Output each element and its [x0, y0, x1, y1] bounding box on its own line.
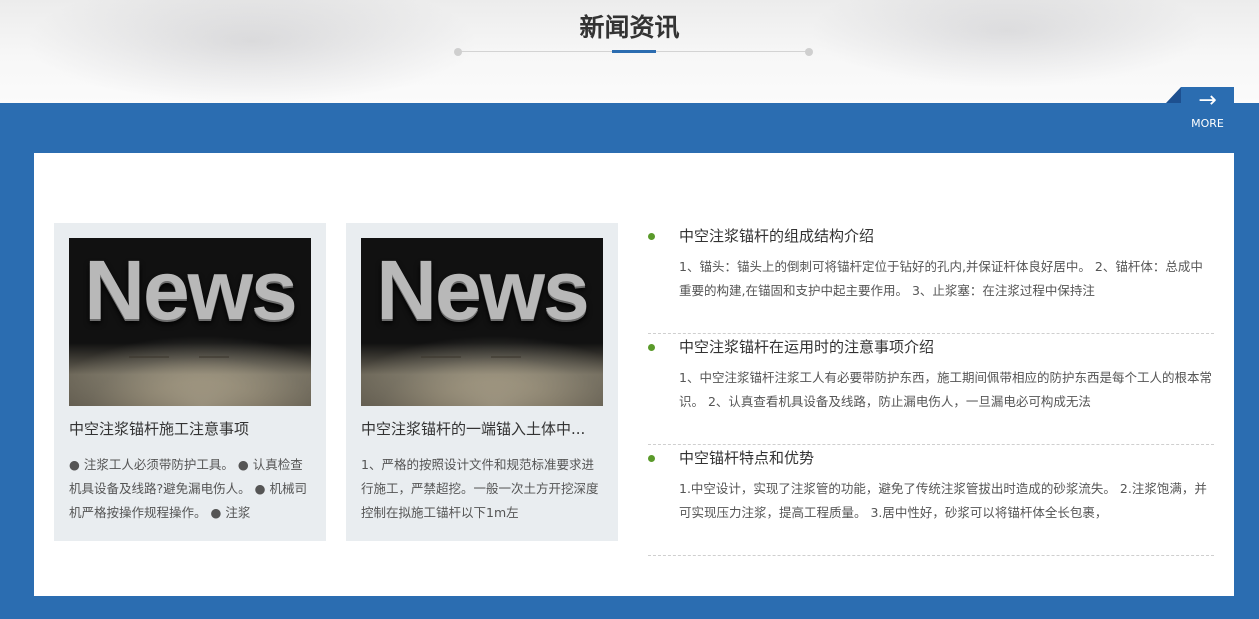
list-item-title[interactable]: 中空锚杆特点和优势 — [679, 448, 814, 468]
news-card[interactable]: News 中空注浆锚杆的一端锚入土体中... 1、严格的按照设计文件和规范标准要… — [346, 223, 618, 541]
newspaper-line — [129, 356, 169, 358]
news-image-word: News — [84, 243, 297, 337]
bullet-dot-icon — [648, 455, 655, 462]
list-item-description: 1、锚头：锚头上的倒刺可将锚杆定位于钻好的孔内,并保证杆体良好居中。 2、锚杆体… — [679, 259, 1203, 298]
list-item-title[interactable]: 中空注浆锚杆在运用时的注意事项介绍 — [679, 337, 934, 357]
newspaper-line — [199, 356, 229, 358]
news-image-word: News — [376, 243, 589, 337]
divider-dot-right — [805, 48, 813, 56]
list-item-description: 1.中空设计，实现了注浆管的功能，避免了传统注浆管拔出时造成的砂浆流失。 2.注… — [679, 481, 1207, 520]
card-description: ● 注浆工人必须带防护工具。 ● 认真检查机具设备及线路?避免漏电伤人。 ● 机… — [69, 457, 307, 520]
title-accent-bar — [612, 50, 656, 53]
news-content-panel: News 中空注浆锚杆施工注意事项 ● 注浆工人必须带防护工具。 ● 认真检查机… — [34, 153, 1234, 596]
news-card[interactable]: News 中空注浆锚杆施工注意事项 ● 注浆工人必须带防护工具。 ● 认真检查机… — [54, 223, 326, 541]
bullet-dot-icon — [648, 233, 655, 240]
newspaper-graphic — [361, 343, 603, 406]
list-item[interactable]: 中空注浆锚杆在运用时的注意事项介绍 1、中空注浆锚杆注浆工人有必要带防护东西，施… — [648, 334, 1214, 445]
list-item[interactable]: 中空锚杆特点和优势 1.中空设计，实现了注浆管的功能，避免了传统注浆管拔出时造成… — [648, 445, 1214, 556]
newspaper-line — [421, 356, 461, 358]
list-item-title[interactable]: 中空注浆锚杆的组成结构介绍 — [679, 226, 874, 246]
section-title: 新闻资讯 — [579, 13, 680, 42]
more-tab-fold — [1166, 87, 1181, 103]
more-button[interactable]: → MORE — [1181, 87, 1234, 139]
newspaper-graphic — [69, 343, 311, 406]
card-title[interactable]: 中空注浆锚杆的一端锚入土体中... — [361, 419, 603, 439]
list-item[interactable]: 中空注浆锚杆的组成结构介绍 1、锚头：锚头上的倒刺可将锚杆定位于钻好的孔内,并保… — [648, 223, 1214, 334]
card-title[interactable]: 中空注浆锚杆施工注意事项 — [69, 419, 311, 439]
list-item-description: 1、中空注浆锚杆注浆工人有必要带防护东西，施工期间佩带相应的防护东西是每个工人的… — [679, 370, 1212, 409]
bullet-dot-icon — [648, 344, 655, 351]
divider-dot-left — [454, 48, 462, 56]
news-list: 中空注浆锚杆的组成结构介绍 1、锚头：锚头上的倒刺可将锚杆定位于钻好的孔内,并保… — [648, 223, 1214, 556]
news-thumbnail[interactable]: News — [69, 238, 311, 406]
card-description: 1、严格的按照设计文件和规范标准要求进行施工，严禁超挖。一般一次土方开挖深度控制… — [361, 457, 599, 520]
news-thumbnail[interactable]: News — [361, 238, 603, 406]
newspaper-line — [491, 356, 521, 358]
arrow-right-icon: → — [1198, 88, 1217, 113]
more-label: MORE — [1191, 117, 1224, 130]
